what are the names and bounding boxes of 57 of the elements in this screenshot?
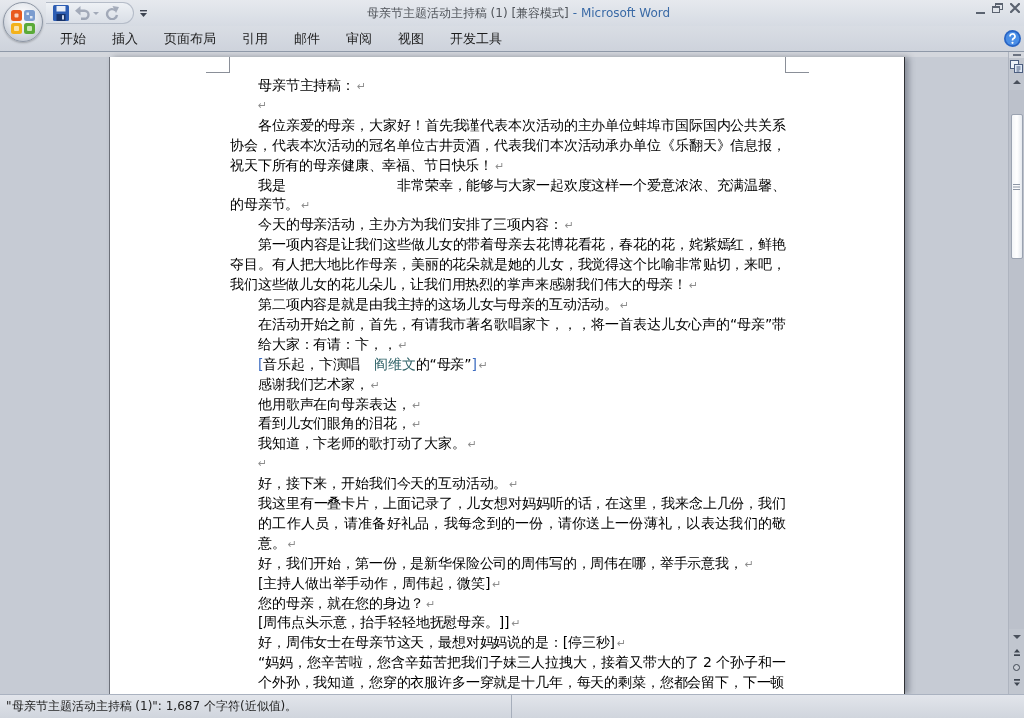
paragraph-text: 各位亲爱的母亲，大家好！首先我谨代表本次活动的主办单位蚌埠市国际国内公共关系协会，代表本次活动的冠名单位古井贡酒，代表我们本次活动承办单位《乐翻天》信息报，祝天下所有的母亲健康、幸福、节日快乐！↵ (230, 115, 786, 175)
help-button[interactable] (1004, 30, 1021, 47)
paragraph-text: 今天的母亲活动，主办方为我们安排了三项内容：↵ (257, 215, 574, 235)
down-arrow-bar-icon (1013, 679, 1020, 686)
ribbon-tab[interactable]: 开始 (47, 25, 99, 52)
paragraph-text: 看到儿女们眼角的泪花，↵ (258, 414, 422, 434)
close-icon (1010, 3, 1020, 13)
window-title: 母亲节主题活动主持稿 (1) [兼容模式] (366, 4, 569, 22)
paragraph-text: [音乐起，卞演唱 阎维文的“母亲”]↵ (258, 354, 488, 374)
status-text: "母亲节主题活动主持稿 (1)": 1,687 个字符(近似值)。 (6, 698, 298, 715)
ribbon-tab[interactable]: 审阅 (333, 25, 385, 52)
four-squares-icon (11, 10, 35, 34)
paragraph-mark: ↵ (257, 97, 268, 114)
paragraph-mark: ↵ (258, 456, 268, 473)
ribbon-tab[interactable]: 开发工具 (437, 25, 515, 52)
ribbon-tab[interactable]: 引用 (229, 25, 281, 52)
paragraph-text: 感谢我们艺术家，↵ (258, 374, 381, 394)
help-icon (1004, 30, 1021, 47)
up-arrow-icon (1012, 80, 1021, 84)
paragraph-text: 他用歌声在向母亲表达，↵ (258, 394, 422, 414)
paragraph-text: 我是 非常荣幸，能够与大家一起欢度这样一个爱意浓浓、充满温馨、的母亲节。↵ (230, 175, 786, 215)
paragraph-text: “妈妈，您辛苦啦，您含辛茹苦把我们子妹三人拉拽大，接着又带大的了 2 个孙子和一个外孙，我知道，您穿的衣服许多一穿就是十几年，每天的剩菜，您都会留下，下一顿 (258, 653, 786, 693)
paragraph-text: [主持人做出举手动作，周伟起，微笑]↵ (258, 573, 502, 593)
ribbon-tab[interactable]: 页面布局 (151, 25, 229, 52)
paragraph-text: 您的母亲，就在您的身边？↵ (258, 593, 436, 613)
paragraph-text: 在活动开始之前，首先，有请我市著名歌唱家卞，，，将一首表达儿女心声的“母亲”带给大家：有请：卞，，↵ (258, 314, 786, 354)
down-arrow-icon (1012, 635, 1021, 639)
crop-mark (785, 57, 809, 73)
redo-icon (105, 6, 119, 20)
paragraph-text: 我这里有一叠卡片，上面记录了，儿女想对妈妈听的话，在这里，我来念上几份，我们的工作人员，请准备好礼品，我每念到的一份，请你送上一份薄礼，以表达我们的敬意。↵ (258, 494, 786, 553)
paragraph-text: 第二项内容是就是由我主持的这场儿女与母亲的互动活动。↵ (258, 294, 630, 314)
ribbon-tab[interactable]: 视图 (385, 25, 437, 52)
ribbon-tab[interactable]: 邮件 (281, 25, 333, 52)
up-arrow-bar-icon (1013, 649, 1020, 656)
view-ruler-button[interactable] (1009, 58, 1024, 74)
paragraph-text: [周伟点头示意，抬手轻轻地抚慰母亲。]]↵ (258, 613, 521, 633)
paragraph-text: 第一项内容是让我们这些做儿女的带着母亲去花博花看花，春花的花，姹紫嫣红，鲜艳夺目。有人把大地比作母亲，美丽的花朵就是她的儿女，我觉得这个比喻非常贴切，来吧，我们这些做儿女的花儿朵儿，让我们用热烈的掌声来感谢我们伟大的母亲！↵ (230, 235, 786, 295)
paragraph-text: 好，接下来，开始我们今天的互动活动。↵ (258, 474, 519, 494)
caret-icon (140, 9, 147, 17)
grip-icon (1013, 183, 1020, 190)
split-handle[interactable] (1012, 54, 1021, 56)
paragraph-text: 好，周伟女士在母亲节这天，最想对妈妈说的是：[停三秒]↵ (258, 633, 627, 653)
circle-icon (1013, 664, 1020, 671)
scrollbar-thumb[interactable] (1010, 114, 1023, 259)
app-name: - Microsoft Word (572, 6, 671, 20)
paragraph-text: 母亲节主持稿：↵ (257, 76, 367, 95)
paragraph-text: 我知道，卞老师的歌打动了大家。↵ (258, 434, 477, 454)
ribbon-tab[interactable]: 插入 (99, 25, 151, 52)
save-button[interactable] (53, 4, 69, 22)
paragraph-text: 好，我们开始，第一份，是新华保险公司的周伟写的，周伟在哪，举手示意我，↵ (258, 553, 754, 573)
restore-button[interactable] (992, 3, 1003, 13)
undo-icon (75, 6, 90, 20)
close-button[interactable] (1010, 3, 1020, 13)
pages-icon (1010, 59, 1023, 73)
restore-icon (992, 3, 1003, 13)
crop-mark (206, 57, 230, 73)
minimize-icon (976, 12, 985, 14)
